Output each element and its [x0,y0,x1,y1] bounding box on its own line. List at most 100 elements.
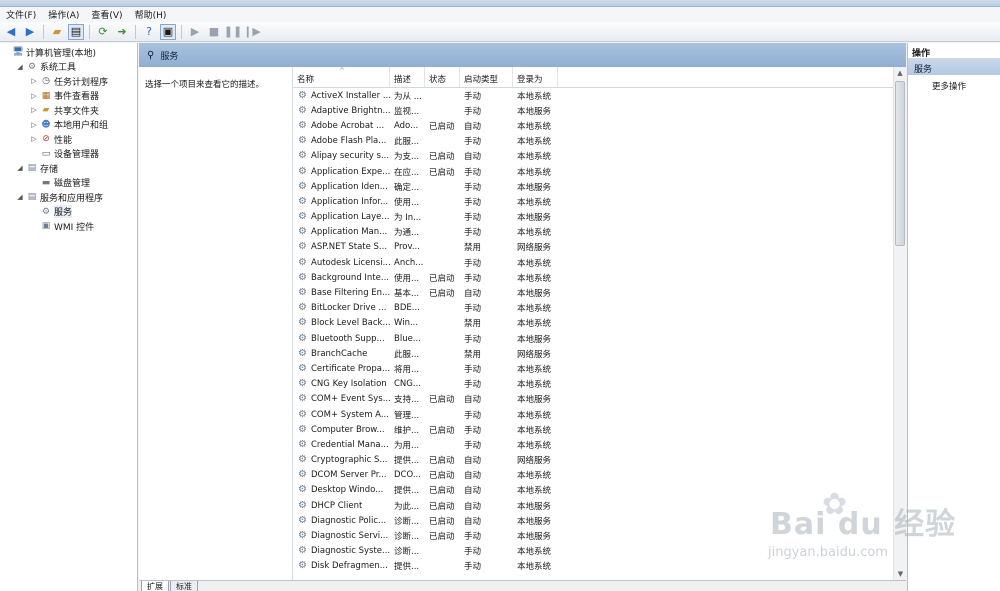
service-gear-icon: ⚙ [298,196,307,207]
actions-section-services[interactable]: 服务 [908,59,1000,75]
menu-file[interactable]: 文件(F) [6,8,36,21]
refresh-icon[interactable]: ⟳ [95,24,111,40]
service-row[interactable]: ⚙ ActiveX Installer ... 为从 ... 手动 本地系统 [293,88,906,103]
service-startup-type: 手动 [464,213,482,224]
tree-node[interactable]: ◢ ▤ 存储 [0,161,137,176]
service-row[interactable]: ⚙ Application Man... 为通... 手动 本地系统 [293,225,906,240]
stop-icon[interactable]: ■ [206,24,222,40]
service-row[interactable]: ⚙ Bluetooth Supp... Blue... 手动 本地服务 [293,331,906,346]
expand-arrow-icon[interactable]: ◢ [16,63,24,71]
pause-icon[interactable]: ❚❚ [224,24,242,40]
scroll-down-icon[interactable]: ▼ [894,568,907,580]
service-row[interactable]: ⚙ DHCP Client 为此... 已启动 自动 本地服务 [293,498,906,513]
scroll-thumb[interactable] [895,81,905,246]
service-row[interactable]: ⚙ Autodesk Licensi... Anch... 手动 本地系统 [293,255,906,270]
expand-arrow-icon[interactable]: ▷ [30,106,38,114]
show-hide-tree-icon[interactable]: ▤ [68,23,84,40]
column-name[interactable]: ^ 名称 [293,67,390,87]
service-description: 基本... [394,289,420,300]
menu-action[interactable]: 操作(A) [48,8,79,21]
help-icon[interactable]: ? [141,24,157,40]
service-row[interactable]: ⚙ COM+ Event Sys... 支持... 已启动 自动 本地服务 [293,392,906,407]
service-name-cell: ⚙ Application Iden... [293,182,390,192]
menu-view[interactable]: 查看(V) [91,8,122,21]
vertical-scrollbar[interactable]: ▲ ▼ [893,67,906,580]
tree-node[interactable]: ▷ ▰ 共享文件夹 [0,103,137,118]
expand-arrow-icon[interactable]: ▷ [30,77,38,85]
service-row[interactable]: ⚙ Disk Defragmen... 提供... 手动 本地系统 [293,559,906,574]
service-row[interactable]: ⚙ CNG Key Isolation CNG... 手动 本地系统 [293,377,906,392]
tree-node-label: 任务计划程序 [54,77,109,88]
service-row[interactable]: ⚙ Cryptographic S... 提供... 已启动 自动 网络服务 [293,453,906,468]
forward-arrow-icon[interactable]: ▶ [22,24,38,40]
tree-node[interactable]: ▷ ▦ 事件查看器 [0,89,137,104]
console-icon[interactable]: ▣ [160,23,176,40]
tree-node[interactable]: ▷ ☻ 本地用户和组 [0,118,137,133]
service-gear-icon: ⚙ [298,470,307,481]
service-row[interactable]: ⚙ Adobe Flash Pla... 此服... 手动 本地系统 [293,134,906,149]
service-row[interactable]: ⚙ Diagnostic Polic... 诊断... 已启动 自动 本地服务 [293,513,906,528]
service-row[interactable]: ⚙ Diagnostic Servi... 诊断... 已启动 手动 本地服务 [293,528,906,543]
restart-icon[interactable]: ❙▶ [243,24,261,40]
tree-node[interactable]: ◢ ▤ 服务和应用程序 [0,190,137,205]
service-row[interactable]: ⚙ Desktop Windo... 提供... 已启动 自动 本地系统 [293,483,906,498]
service-status: 已启动 [429,167,455,178]
service-row[interactable]: ⚙ BitLocker Drive ... BDE... 手动 本地系统 [293,301,906,316]
scroll-up-icon[interactable]: ▲ [894,67,906,79]
expand-arrow-icon[interactable]: ▷ [30,121,38,129]
menu-bar: 文件(F) 操作(A) 查看(V) 帮助(H) [0,7,1000,22]
service-name: ActiveX Installer ... [311,90,390,101]
column-startup-type[interactable]: 启动类型 [460,67,513,87]
service-status: 已启动 [429,516,455,527]
service-row[interactable]: ⚙ DCOM Server Pr... DCO... 已启动 自动 本地系统 [293,468,906,483]
service-row[interactable]: ⚙ BranchCache 此服... 禁用 网络服务 [293,346,906,361]
tree-node[interactable]: ▣ WMI 控件 [0,219,137,234]
column-status[interactable]: 状态 [425,67,460,87]
service-row[interactable]: ⚙ COM+ System A... 管理... 手动 本地系统 [293,407,906,422]
service-description: CNG... [394,379,421,390]
service-name: Background Inte... [311,272,389,283]
service-row[interactable]: ⚙ Application Laye... 为 In... 手动 本地服务 [293,210,906,225]
column-log-on-as[interactable]: 登录为 [513,67,558,87]
tab-standard[interactable]: 标准 [170,581,198,591]
search-icon: ⚲ [147,49,155,61]
service-row[interactable]: ⚙ Application Iden... 确定... 手动 本地服务 [293,179,906,194]
tree-node[interactable]: 🖥 计算机管理(本地) [0,45,137,60]
tree-node[interactable]: ▭ 设备管理器 [0,147,137,162]
up-folder-icon[interactable]: ▰ [49,24,65,40]
service-row[interactable]: ⚙ Application Infor... 使用... 手动 本地系统 [293,194,906,209]
service-row[interactable]: ⚙ Computer Brow... 维护... 已启动 手动 本地系统 [293,422,906,437]
service-row[interactable]: ⚙ Adaptive Brightn... 监视... 手动 本地服务 [293,103,906,118]
expand-arrow-icon[interactable]: ◢ [16,193,24,201]
export-icon[interactable]: ➜ [114,24,130,40]
menu-help[interactable]: 帮助(H) [135,8,167,21]
service-name-cell: ⚙ Autodesk Licensi... [293,258,390,268]
service-row[interactable]: ⚙ Credential Mana... 为用... 手动 本地系统 [293,437,906,452]
expand-arrow-icon[interactable]: ▷ [30,135,38,143]
service-row[interactable]: ⚙ Background Inte... 使用... 已启动 手动 本地系统 [293,270,906,285]
service-row[interactable]: ⚙ Certificate Propa... 将用... 手动 本地系统 [293,361,906,376]
more-actions-link[interactable]: 更多操作 [908,75,1000,92]
tree-node[interactable]: ▷ ⊘ 性能 [0,132,137,147]
tree-node[interactable]: ◢ ⚙ 系统工具 [0,60,137,75]
tree-node[interactable]: ▬ 磁盘管理 [0,176,137,191]
back-arrow-icon[interactable]: ◀ [3,24,19,40]
play-icon[interactable]: ▶ [187,24,203,40]
service-name: Bluetooth Supp... [311,333,385,344]
service-row[interactable]: ⚙ Alipay security s... 为支... 已启动 自动 本地系统 [293,149,906,164]
expand-arrow-icon[interactable]: ◢ [16,164,24,172]
service-row[interactable]: ⚙ Block Level Back... Win... 禁用 本地系统 [293,316,906,331]
service-row[interactable]: ⚙ ASP.NET State S... Prov... 禁用 网络服务 [293,240,906,255]
service-row[interactable]: ⚙ Adobe Acrobat ... Ado... 已启动 自动 本地系统 [293,118,906,133]
performance-icon: ⊘ [42,134,50,145]
service-status: 已启动 [429,395,455,406]
expand-arrow-icon[interactable]: ▷ [30,92,38,100]
service-row[interactable]: ⚙ Base Filtering En... 基本... 已启动 自动 本地服务 [293,285,906,300]
tab-extended[interactable]: 扩展 [141,581,169,591]
service-row[interactable]: ⚙ Application Expe... 在应... 已启动 手动 本地系统 [293,164,906,179]
tree-node[interactable]: ▷ ◷ 任务计划程序 [0,74,137,89]
tree-node[interactable]: ⚙ 服务 [0,205,137,220]
tree-node-label: 服务和应用程序 [40,193,104,204]
column-description[interactable]: 描述 [390,67,425,87]
service-row[interactable]: ⚙ Diagnostic Syste... 诊断... 手动 本地系统 [293,544,906,559]
